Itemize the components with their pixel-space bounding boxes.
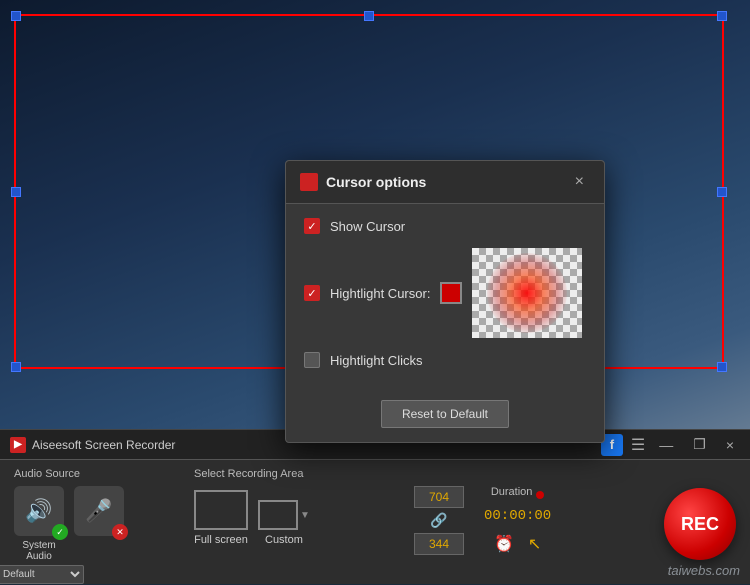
link-dimensions-icon[interactable]: 🔗 — [414, 512, 464, 529]
custom-label: Custom — [265, 534, 303, 546]
highlight-clicks-row: Hightlight Clicks — [304, 352, 586, 368]
handle-middle-left[interactable] — [11, 187, 21, 197]
system-audio-icon-wrap[interactable]: 🔊 ✓ — [14, 486, 64, 536]
dialog-body: ✓ Show Cursor ✓ Hightlight Cursor: Hight… — [286, 204, 604, 396]
dialog-title: Cursor options — [326, 174, 426, 190]
handle-bottom-right[interactable] — [717, 362, 727, 372]
show-cursor-label: Show Cursor — [330, 219, 405, 234]
cursor-icon[interactable]: ↖ — [528, 534, 541, 554]
show-cursor-checkbox[interactable]: ✓ — [304, 218, 320, 234]
minimize-button[interactable]: — — [653, 435, 679, 455]
height-input[interactable] — [414, 533, 464, 555]
share-icon[interactable]: ☰ — [631, 435, 645, 455]
duration-section: Duration 00:00:00 ⏰ ↖ — [484, 486, 551, 554]
recording-area-section: Select Recording Area Full screen ▼ Cust… — [194, 468, 394, 546]
show-cursor-row: ✓ Show Cursor — [304, 218, 586, 234]
select-recording-area-label: Select Recording Area — [194, 468, 394, 480]
duration-time: 00:00:00 — [484, 508, 551, 524]
toolbar-window-controls: f ☰ — ❐ × — [601, 434, 740, 456]
app-icon: ▶ — [10, 437, 26, 453]
custom-dropdown-arrow[interactable]: ▼ — [300, 510, 310, 521]
maximize-button[interactable]: ❐ — [687, 434, 712, 455]
system-audio-check-badge: ✓ — [52, 524, 68, 540]
handle-top-middle[interactable] — [364, 11, 374, 21]
toolbar-title: ▶ Aiseesoft Screen Recorder — [10, 437, 175, 453]
dialog-close-button[interactable]: × — [569, 171, 590, 193]
highlight-clicks-label: Hightlight Clicks — [330, 353, 422, 368]
close-button[interactable]: × — [720, 435, 740, 455]
dialog-title-wrap: Cursor options — [300, 173, 426, 191]
handle-bottom-left[interactable] — [11, 362, 21, 372]
highlight-cursor-row: ✓ Hightlight Cursor: — [304, 248, 586, 338]
custom-option: ▼ Custom — [258, 500, 310, 546]
rec-label: REC — [681, 514, 719, 535]
audio-source-label: Audio Source — [14, 468, 174, 480]
system-audio-icon: 🔊 — [25, 498, 52, 524]
handle-top-left[interactable] — [11, 11, 21, 21]
cursor-glow — [487, 253, 567, 333]
dialog-icon — [300, 173, 318, 191]
microphone-icon: 🎤 — [85, 498, 112, 524]
dimensions-section: 🔗 — [414, 486, 464, 555]
custom-box[interactable] — [258, 500, 298, 530]
dialog-header: Cursor options × — [286, 161, 604, 204]
duration-header: Duration — [491, 486, 545, 504]
highlight-cursor-label: Hightlight Cursor: — [330, 286, 430, 301]
audio-icons: 🔊 ✓ 🎤 ✕ — [14, 486, 174, 536]
mic-icon-wrap[interactable]: 🎤 ✕ — [74, 486, 124, 536]
audio-source-section: Audio Source 🔊 ✓ 🎤 ✕ System Audio Defaul… — [14, 468, 174, 584]
highlight-cursor-checkbox[interactable]: ✓ — [304, 285, 320, 301]
toolbar-title-text: Aiseesoft Screen Recorder — [32, 438, 175, 452]
toolbar: ▶ Aiseesoft Screen Recorder f ☰ — ❐ × Au… — [0, 429, 750, 584]
mic-disabled-badge: ✕ — [112, 524, 128, 540]
cursor-options-dialog: Cursor options × ✓ Show Cursor ✓ Hightli… — [285, 160, 605, 443]
fullscreen-label: Full screen — [194, 534, 248, 546]
handle-middle-right[interactable] — [717, 187, 727, 197]
system-audio-text: System Audio — [14, 540, 64, 562]
watermark: taiwebs.com — [668, 563, 740, 578]
duration-dot — [536, 491, 544, 499]
system-audio-label-item: System Audio Default — [14, 540, 64, 584]
system-audio-select[interactable]: Default — [0, 565, 84, 584]
custom-wrap: ▼ — [258, 500, 310, 530]
rec-area-options: Full screen ▼ Custom — [194, 490, 394, 546]
cursor-preview — [472, 248, 582, 338]
alarm-icon[interactable]: ⏰ — [494, 534, 514, 554]
handle-top-right[interactable] — [717, 11, 727, 21]
highlight-clicks-checkbox[interactable] — [304, 352, 320, 368]
bottom-icons: ⏰ ↖ — [494, 534, 541, 554]
fullscreen-option: Full screen — [194, 490, 248, 546]
dialog-footer: Reset to Default — [286, 396, 604, 428]
rec-button[interactable]: REC — [664, 488, 736, 560]
duration-label: Duration — [491, 486, 533, 498]
reset-to-default-button[interactable]: Reset to Default — [381, 400, 509, 428]
audio-labels: System Audio Default — [14, 540, 174, 584]
width-input[interactable] — [414, 486, 464, 508]
fullscreen-box[interactable] — [194, 490, 248, 530]
highlight-color-swatch[interactable] — [440, 282, 462, 304]
toolbar-body: Audio Source 🔊 ✓ 🎤 ✕ System Audio Defaul… — [0, 460, 750, 585]
